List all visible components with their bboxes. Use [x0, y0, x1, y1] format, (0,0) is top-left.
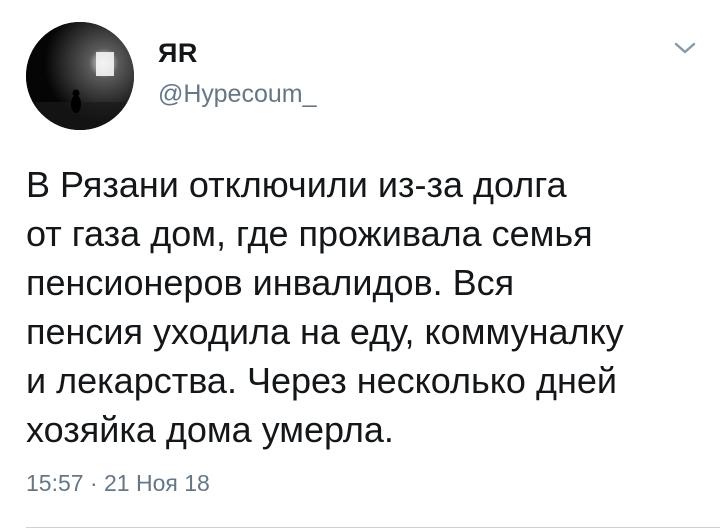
user-handle[interactable]: @Нурecoum_ [158, 80, 317, 109]
tweet-card: ЯR @Нурecoum_ В Рязани отключили из-за д… [0, 0, 720, 532]
avatar-image [26, 22, 134, 130]
tweet-text: В Рязани отключили из-за долга от газа д… [26, 164, 624, 450]
tweet-date: 21 Ноя 18 [104, 470, 210, 496]
divider [26, 527, 720, 528]
display-name[interactable]: ЯR [158, 38, 198, 69]
tweet-time: 15:57 [26, 470, 84, 496]
avatar[interactable] [26, 22, 134, 130]
meta-separator: · [89, 470, 98, 496]
chevron-down-icon[interactable] [672, 38, 698, 58]
tweet-timestamp[interactable]: 15:57 · 21 Ноя 18 [26, 470, 210, 497]
